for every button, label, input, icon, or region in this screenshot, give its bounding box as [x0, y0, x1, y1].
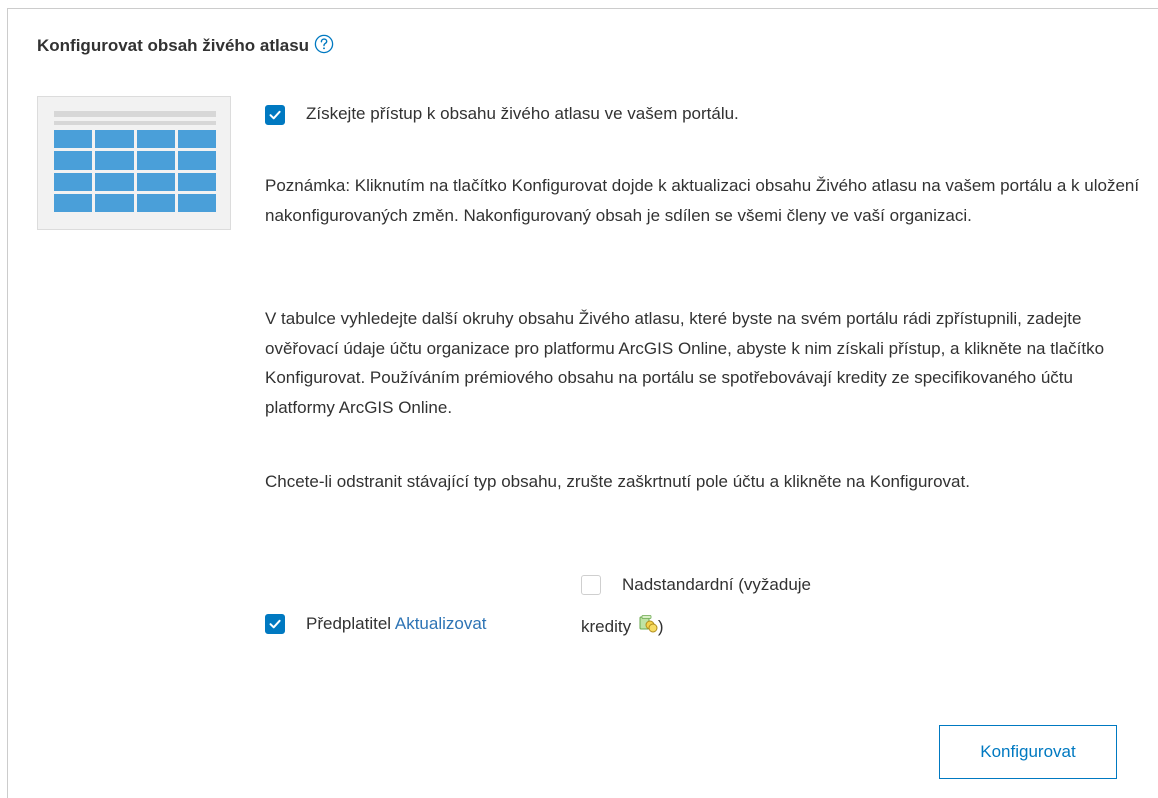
thumbnail-subheader-line	[54, 121, 216, 125]
table-info-paragraph: V tabulce vyhledejte další okruhy obsahu…	[265, 309, 1105, 417]
thumbnail-tile	[95, 130, 134, 149]
premium-label-suffix: )	[657, 617, 664, 636]
page-title: Konfigurovat obsah živého atlasu	[37, 34, 334, 56]
thumbnail-tile	[136, 172, 175, 191]
subscriber-label: Předplatitel Aktualizovat	[306, 614, 487, 634]
thumbnail-tile	[95, 151, 134, 170]
update-link[interactable]: Aktualizovat	[395, 614, 487, 633]
subscriber-label-text: Předplatitel	[306, 614, 392, 633]
thumbnail-tile	[54, 193, 93, 212]
thumbnail-tile	[136, 193, 175, 212]
subscriber-checkbox[interactable]	[265, 614, 285, 634]
access-checkbox[interactable]	[265, 105, 285, 125]
checkmark-icon	[269, 619, 281, 629]
help-icon[interactable]	[314, 34, 334, 54]
thumbnail-tile	[177, 151, 216, 170]
thumbnail-tile	[177, 172, 216, 191]
thumbnail-tile	[54, 172, 93, 191]
access-checkbox-label[interactable]: Získejte přístup k obsahu živého atlasu …	[306, 104, 739, 124]
thumbnail-tile	[95, 193, 134, 212]
premium-label-line2: kredity )	[581, 614, 663, 639]
thumbnail-tile	[136, 151, 175, 170]
premium-label-line1: Nadstandardní (vyžaduje	[622, 575, 812, 594]
page-title-text: Konfigurovat obsah živého atlasu	[37, 36, 310, 55]
premium-checkbox[interactable]	[581, 575, 601, 595]
remove-info-paragraph: Chcete-li odstranit stávající typ obsahu…	[265, 472, 970, 491]
thumbnail-tile	[177, 193, 216, 212]
thumbnail-grid	[54, 130, 216, 212]
thumbnail-tile	[177, 130, 216, 149]
configure-button[interactable]: Konfigurovat	[939, 725, 1117, 779]
living-atlas-thumbnail	[37, 96, 231, 230]
thumbnail-tile	[136, 130, 175, 149]
thumbnail-tile	[95, 172, 134, 191]
thumbnail-header-line	[54, 111, 216, 117]
thumbnail-tile	[54, 130, 93, 149]
thumbnail-tile	[54, 151, 93, 170]
checkmark-icon	[269, 110, 281, 120]
note-paragraph: Poznámka: Kliknutím na tlačítko Konfigur…	[265, 176, 1140, 225]
credits-coins-icon	[638, 614, 658, 639]
premium-credits-text: kredity	[581, 617, 632, 636]
